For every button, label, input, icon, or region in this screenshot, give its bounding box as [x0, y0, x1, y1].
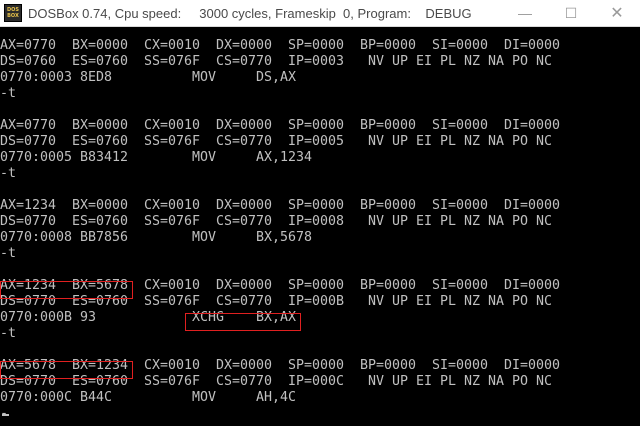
text-cursor [2, 414, 9, 416]
maximize-button[interactable]: ☐ [548, 0, 594, 26]
console-line: -t [0, 246, 17, 261]
console-line: 0770:0003 8ED8 MOV DS,AX [0, 70, 297, 85]
close-icon: ✕ [610, 5, 624, 22]
console-line: AX=0770 BX=0000 CX=0010 DX=0000 SP=0000 … [0, 38, 560, 53]
console-line: DS=0760 ES=0760 SS=076F CS=0770 IP=0003 … [0, 54, 552, 69]
console-line: AX=0770 BX=0000 CX=0010 DX=0000 SP=0000 … [0, 118, 560, 133]
highlight-ax-bx-after-mov [0, 281, 133, 299]
window-title: DOSBox 0.74, Cpu speed: 3000 cycles, Fra… [28, 5, 472, 21]
icon-text-box: BOX [7, 13, 19, 19]
minimize-icon: — [518, 5, 532, 21]
highlight-xchg-instruction [185, 313, 301, 331]
console-line: 0770:000C B44C MOV AH,4C [0, 390, 297, 405]
console-line: AX=1234 BX=0000 CX=0010 DX=0000 SP=0000 … [0, 198, 560, 213]
close-button[interactable]: ✕ [594, 0, 640, 26]
highlight-ax-bx-after-xchg [0, 361, 133, 379]
console-line: -t [0, 86, 17, 101]
console-line: -t [0, 326, 17, 341]
dosbox-icon: DOS BOX [4, 4, 22, 22]
maximize-icon: ☐ [564, 4, 578, 21]
console-line: DS=0770 ES=0760 SS=076F CS=0770 IP=0005 … [0, 134, 552, 149]
console-line: DS=0770 ES=0760 SS=076F CS=0770 IP=0008 … [0, 214, 552, 229]
console-line: 0770:0005 B83412 MOV AX,1234 [0, 150, 313, 165]
minimize-button[interactable]: — [502, 0, 548, 26]
console-line: -t [0, 166, 17, 181]
title-bar[interactable]: DOS BOX DOSBox 0.74, Cpu speed: 3000 cyc… [0, 0, 640, 27]
console-line: 0770:0008 BB7856 MOV BX,5678 [0, 230, 313, 245]
